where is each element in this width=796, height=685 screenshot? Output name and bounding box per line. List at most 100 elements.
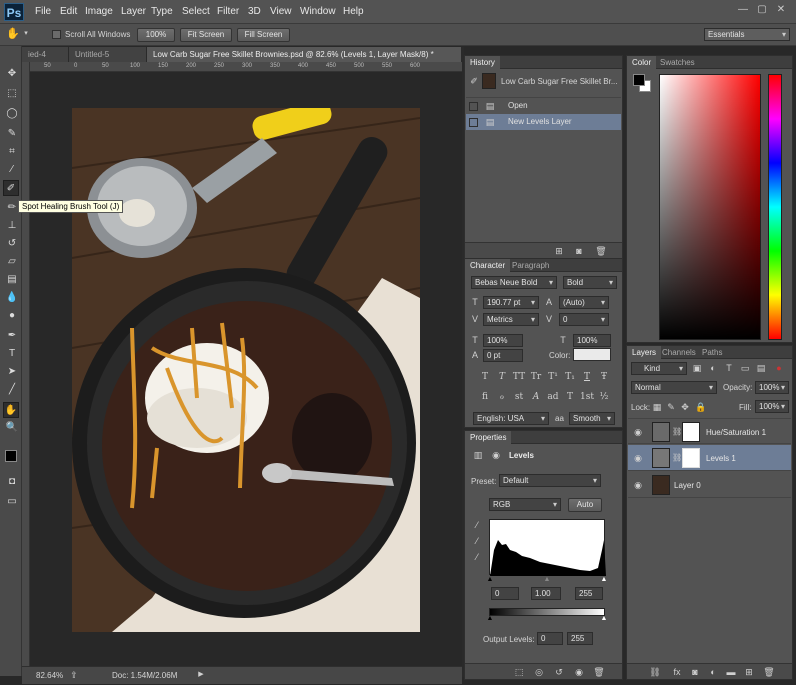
new-layer-icon[interactable]: ⊞ xyxy=(743,666,755,678)
input-slider-track[interactable]: ▲ ▲ ▲ xyxy=(486,574,608,586)
fit-screen-button[interactable]: Fit Screen xyxy=(180,28,232,42)
link-icon[interactable]: ⛓ xyxy=(672,452,682,464)
opacity-field[interactable]: 100% xyxy=(755,381,789,394)
trash-icon[interactable]: 🗑 xyxy=(595,245,607,257)
move-tool-icon[interactable]: ✥ xyxy=(4,66,20,82)
layer-row[interactable]: ◉ Layer 0 xyxy=(628,472,791,498)
layer-row[interactable]: ◉ ⛓ Hue/Saturation 1 xyxy=(628,418,791,444)
status-menu-arrow-icon[interactable]: ▶ xyxy=(196,669,206,681)
filter-shape-icon[interactable]: ▭ xyxy=(739,362,751,374)
language-select[interactable]: English: USA xyxy=(473,412,549,425)
all-caps-button[interactable]: TT xyxy=(511,371,527,383)
scroll-all-windows-checkbox[interactable] xyxy=(52,30,61,39)
text-color-swatch[interactable] xyxy=(573,348,611,361)
share-icon[interactable]: ⇪ xyxy=(68,669,80,681)
output-gradient[interactable] xyxy=(489,608,605,616)
path-select-tool-icon[interactable]: ➤ xyxy=(4,364,20,380)
hand-tool-icon[interactable]: ✋ xyxy=(3,402,19,418)
preset-select[interactable]: Default xyxy=(499,474,601,487)
clip-to-layer-icon[interactable]: ⬚ xyxy=(513,666,525,678)
add-mask-icon[interactable]: ◙ xyxy=(689,666,701,678)
filter-type-icon[interactable]: T xyxy=(723,362,735,374)
tab-swatches[interactable]: Swatches xyxy=(655,56,700,69)
font-style-select[interactable]: Bold xyxy=(563,276,617,289)
color-field[interactable] xyxy=(659,74,761,340)
tab-channels[interactable]: Channels xyxy=(657,346,701,359)
reset-icon[interactable]: ↺ xyxy=(553,666,565,678)
eraser-tool-icon[interactable]: ▱ xyxy=(4,254,20,270)
type-tool-icon[interactable]: T xyxy=(4,346,20,362)
visibility-eye-icon[interactable]: ◉ xyxy=(632,479,644,491)
layer-mask-icon[interactable]: ◉ xyxy=(489,449,503,461)
quick-mask-icon[interactable]: ◘ xyxy=(4,474,20,490)
subscript-button[interactable]: T₁ xyxy=(562,371,578,383)
menu-window[interactable]: Window xyxy=(300,6,336,17)
black-eyedropper-icon[interactable]: ⁄ xyxy=(471,519,483,531)
output-black-slider-icon[interactable]: ▲ xyxy=(486,613,494,625)
blur-tool-icon[interactable]: 💧 xyxy=(4,290,20,306)
output-white-field[interactable]: 255 xyxy=(567,632,593,645)
font-size-field[interactable]: 190.77 pt xyxy=(483,296,539,309)
hand-icon[interactable]: ✋ xyxy=(6,28,20,40)
stylistic-alt-button[interactable]: ad xyxy=(545,391,561,403)
strikethrough-button[interactable]: Ŧ xyxy=(596,371,612,383)
trash-icon[interactable]: 🗑 xyxy=(763,666,775,678)
tracking-field[interactable]: 0 xyxy=(559,313,609,326)
layer-row-selected[interactable]: ◉ ⛓ Levels 1 xyxy=(628,445,791,471)
input-mid-field[interactable]: 1.00 xyxy=(531,587,561,600)
menu-image[interactable]: Image xyxy=(85,6,113,17)
new-adjustment-icon[interactable]: ◐ xyxy=(707,666,719,678)
vertical-scale-field[interactable]: 100% xyxy=(483,334,523,347)
close-button[interactable]: ✕ xyxy=(772,3,790,17)
input-black-field[interactable]: 0 xyxy=(491,587,519,600)
menu-layer[interactable]: Layer xyxy=(121,6,146,17)
baseline-shift-field[interactable]: 0 pt xyxy=(483,349,523,362)
history-item-selected[interactable]: ▤ New Levels Layer xyxy=(466,114,621,130)
document-image[interactable] xyxy=(72,108,420,632)
tab-history[interactable]: History xyxy=(465,56,500,69)
menu-select[interactable]: Select xyxy=(182,6,210,17)
minimize-button[interactable]: — xyxy=(734,3,752,17)
faux-italic-button[interactable]: T xyxy=(494,371,510,383)
hue-slider[interactable] xyxy=(768,74,782,340)
tab-active-document[interactable]: Low Carb Sugar Free Skillet Brownies.psd… xyxy=(147,47,462,62)
black-point-slider-icon[interactable]: ▲ xyxy=(486,574,494,586)
new-document-icon[interactable]: ⊞ xyxy=(553,245,565,257)
maximize-button[interactable]: ▢ xyxy=(753,3,771,17)
zoom-100-button[interactable]: 100% xyxy=(137,28,175,42)
filter-toggle-icon[interactable]: ● xyxy=(773,362,785,374)
filter-smart-icon[interactable]: ▤ xyxy=(755,362,767,374)
visibility-eye-icon[interactable]: ◉ xyxy=(632,426,644,438)
dodge-tool-icon[interactable]: ● xyxy=(4,308,20,324)
menu-help[interactable]: Help xyxy=(343,6,364,17)
blend-mode-select[interactable]: Normal xyxy=(631,381,717,394)
foreground-color-swatch[interactable] xyxy=(5,450,17,462)
workspace-select[interactable]: Essentials xyxy=(704,28,790,41)
menu-filter[interactable]: Filter xyxy=(217,6,239,17)
output-black-field[interactable]: 0 xyxy=(537,632,563,645)
link-icon[interactable]: ⛓ xyxy=(672,426,682,438)
history-brush-icon[interactable]: ✐ xyxy=(468,75,480,87)
layer-style-icon[interactable]: fx xyxy=(671,666,683,678)
input-white-field[interactable]: 255 xyxy=(575,587,603,600)
lock-image-icon[interactable]: ✎ xyxy=(665,401,677,413)
menu-file[interactable]: File xyxy=(35,6,51,17)
fill-screen-button[interactable]: Fill Screen xyxy=(237,28,290,42)
swash-button[interactable]: A xyxy=(528,391,544,403)
camera-icon[interactable]: ◙ xyxy=(573,245,585,257)
contextual-alt-button[interactable]: ℴ xyxy=(494,391,510,403)
history-snapshot[interactable]: Low Carb Sugar Free Skillet Br... xyxy=(501,77,618,86)
trash-icon[interactable]: 🗑 xyxy=(593,666,605,678)
tab-paths[interactable]: Paths xyxy=(697,346,727,359)
filter-adjustment-icon[interactable]: ◐ xyxy=(707,362,719,374)
tab-paragraph[interactable]: Paragraph xyxy=(507,259,554,272)
filter-pixel-icon[interactable]: ▣ xyxy=(691,362,703,374)
titling-alt-button[interactable]: T xyxy=(562,391,578,403)
underline-button[interactable]: T xyxy=(579,371,595,383)
pen-tool-icon[interactable]: ✒ xyxy=(4,328,20,344)
font-family-select[interactable]: Bebas Neue Bold xyxy=(471,276,557,289)
gray-eyedropper-icon[interactable]: ⁄ xyxy=(471,535,483,547)
leading-field[interactable]: (Auto) xyxy=(559,296,609,309)
midtone-slider-icon[interactable]: ▲ xyxy=(543,574,551,586)
layer-mask-thumbnail[interactable] xyxy=(682,422,700,442)
